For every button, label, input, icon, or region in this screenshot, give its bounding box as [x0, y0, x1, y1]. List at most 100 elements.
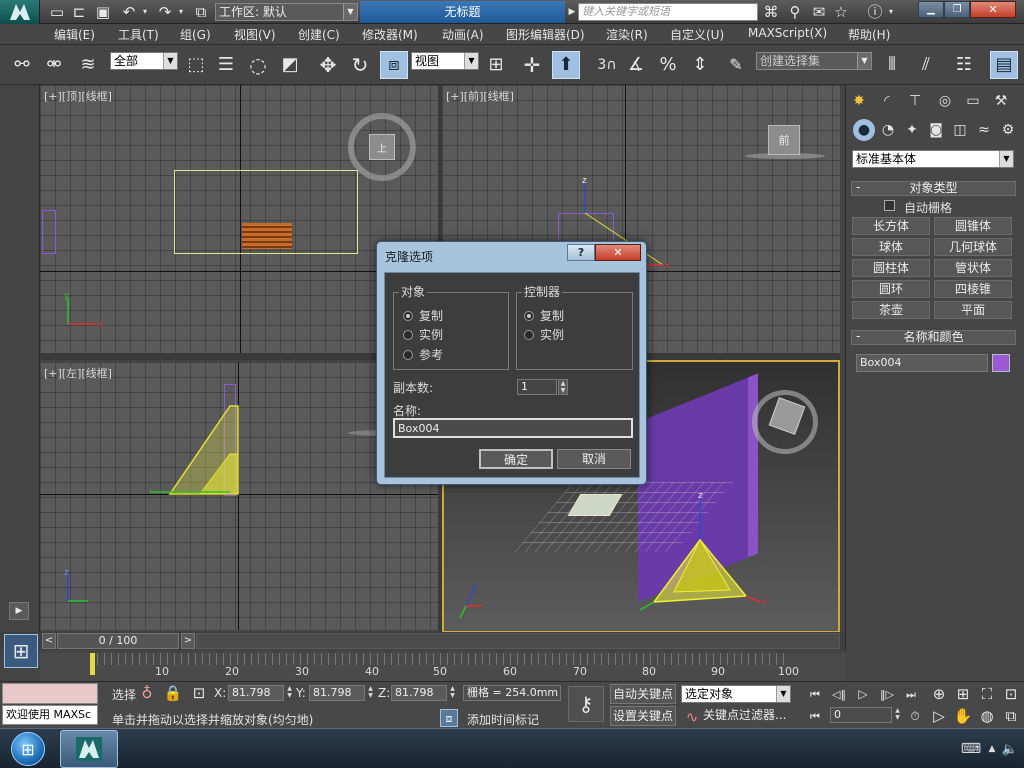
menu-tools[interactable]: 工具(T)	[118, 26, 159, 43]
object-copy-radio[interactable]: 复制	[403, 307, 443, 324]
controller-copy-radio[interactable]: 复制	[524, 307, 564, 324]
pivot-center-icon[interactable]: ⊞	[484, 53, 508, 77]
set-key-mode-key-icon[interactable]: ⚷	[568, 686, 604, 722]
time-slider-prev-icon[interactable]: <	[42, 633, 56, 649]
utilities-tab-icon[interactable]: ⚒	[989, 89, 1013, 113]
select-manipulate-icon[interactable]: ✛	[520, 53, 544, 77]
geometry-category-icon[interactable]: ●	[853, 119, 875, 141]
binoculars-icon[interactable]: ⌘	[762, 3, 780, 21]
menu-animation[interactable]: 动画(A)	[442, 26, 484, 43]
set-key-button[interactable]: 设置关键点	[610, 706, 676, 726]
motion-tab-icon[interactable]: ◎	[933, 89, 957, 113]
layer-manager-icon[interactable]: ☷	[952, 53, 976, 77]
subscription-icon[interactable]: ⚲	[786, 3, 804, 21]
project-folder-icon[interactable]: ⧉	[192, 3, 210, 21]
viewcube-top[interactable]: 上	[348, 113, 416, 181]
object-reference-radio[interactable]: 参考	[403, 346, 443, 363]
controller-instance-radio[interactable]: 实例	[524, 326, 564, 343]
absolute-mode-icon[interactable]: ⊡	[190, 684, 208, 702]
viewport-left-label[interactable]: [+][左][线框]	[44, 365, 112, 381]
object-type-rollout-header[interactable]: - 对象类型	[851, 181, 1016, 196]
rect-selection-region-icon[interactable]: ◌	[246, 53, 270, 77]
select-by-name-icon[interactable]: ☰	[214, 53, 238, 77]
viewport-top-label[interactable]: [+][顶][线框]	[44, 88, 112, 104]
zoom-extents-icon[interactable]: ⛶	[978, 685, 996, 703]
zoom-extents-all-icon[interactable]: ⊡	[1002, 685, 1020, 703]
zoom-all-icon[interactable]: ⊞	[954, 685, 972, 703]
percent-snap-icon[interactable]: %	[656, 53, 680, 77]
workspace-select[interactable]: 工作区: 默认 ▼	[215, 3, 358, 21]
isolate-selection-icon[interactable]: ♁	[138, 684, 156, 702]
viewcube-front-face[interactable]: 前	[768, 125, 800, 155]
selection-filter-select[interactable]: 全部 ▼	[110, 52, 178, 70]
key-filters-button[interactable]: 关键点过滤器...	[703, 706, 793, 726]
menu-create[interactable]: 创建(C)	[298, 26, 340, 43]
object-instance-radio[interactable]: 实例	[403, 326, 443, 343]
y-coord-spinner[interactable]: ▲ ▼	[366, 685, 375, 701]
current-frame-field[interactable]: 0	[830, 707, 892, 723]
favorites-star-icon[interactable]: ☆	[832, 3, 850, 21]
copies-spinner-arrows[interactable]: ▲ ▼	[558, 379, 568, 395]
angle-snap-icon[interactable]: ∡	[624, 53, 648, 77]
cancel-button[interactable]: 取消	[557, 449, 631, 469]
help-dropdown-icon[interactable]: ▾	[886, 3, 896, 21]
reference-coordinate-select[interactable]: 视图 ▼	[411, 52, 479, 70]
x-coord-spinner[interactable]: ▲ ▼	[285, 685, 294, 701]
viewport-layout-icon[interactable]: ⊞	[4, 634, 38, 668]
scale-icon[interactable]: ⧈	[380, 51, 408, 79]
align-icon[interactable]: ⫽	[914, 53, 938, 77]
plane-button[interactable]: 平面	[934, 301, 1012, 319]
tray-expand-icon[interactable]: ▲	[986, 739, 998, 759]
new-file-icon[interactable]: ▭	[48, 3, 66, 21]
geometry-type-select[interactable]: 标准基本体 ▼	[852, 150, 1014, 168]
redo-icon[interactable]: ↷	[156, 3, 174, 21]
move-icon[interactable]: ✥	[316, 53, 340, 77]
play-icon[interactable]: ▷	[854, 685, 872, 703]
help-icon[interactable]: ⓘ	[864, 3, 886, 21]
keyboard-shortcut-override-icon[interactable]: ⬆	[552, 51, 580, 79]
torus-button[interactable]: 圆环	[852, 280, 930, 298]
app-logo-button[interactable]	[0, 0, 40, 24]
save-file-icon[interactable]: ▣	[94, 3, 112, 21]
render-setup-icon[interactable]: ▤	[990, 51, 1018, 79]
left-selected-pyramid[interactable]: y	[150, 402, 240, 502]
rotate-icon[interactable]: ↻	[348, 53, 372, 77]
expand-left-panel-icon[interactable]: ▶	[9, 602, 29, 620]
ok-button[interactable]: 确定	[479, 449, 553, 469]
viewport-front-label[interactable]: [+][前][线框]	[446, 88, 514, 104]
time-configuration-icon[interactable]: ⏱	[906, 707, 924, 725]
tube-button[interactable]: 管状体	[934, 259, 1012, 277]
viewcube-top-face[interactable]: 上	[369, 134, 395, 160]
unlink-icon[interactable]: ⚮	[42, 53, 66, 77]
window-crossing-icon[interactable]: ◩	[278, 53, 302, 77]
z-coord-spinner[interactable]: ▲ ▼	[448, 685, 457, 701]
top-box-object[interactable]	[242, 223, 292, 249]
key-mode-select[interactable]: 选定对象 ▼	[681, 685, 791, 703]
maxscript-listener-white[interactable]: 欢迎使用 MAXSc	[2, 705, 98, 725]
communication-icon[interactable]: ✉	[810, 3, 828, 21]
time-tag-icon[interactable]: ⧈	[440, 709, 458, 727]
mirror-icon[interactable]: ⫴	[880, 53, 904, 77]
display-tab-icon[interactable]: ▭	[961, 89, 985, 113]
geosphere-button[interactable]: 几何球体	[934, 238, 1012, 256]
selection-lock-icon[interactable]: 🔒	[164, 684, 183, 702]
volume-tray-icon[interactable]: 🔈	[1000, 739, 1020, 759]
object-name-field[interactable]: Box004	[856, 354, 988, 372]
redo-dropdown-icon[interactable]: ▾	[176, 3, 186, 21]
time-slider-bar[interactable]: ⊞ < 0 / 100 >	[0, 632, 845, 668]
x-coord-field[interactable]: 81.798	[228, 685, 284, 701]
maxscript-listener-pink[interactable]	[2, 683, 98, 704]
menu-modifiers[interactable]: 修改器(M)	[362, 26, 418, 43]
undo-dropdown-icon[interactable]: ▾	[140, 3, 150, 21]
zoom-icon[interactable]: ⊕	[930, 685, 948, 703]
viewcube-perspective-cube[interactable]	[768, 397, 806, 435]
maximize-button[interactable]: ❐	[944, 1, 970, 18]
link-icon[interactable]: ⚯	[10, 53, 34, 77]
time-slider-next-icon[interactable]: >	[181, 633, 195, 649]
track-bar[interactable]: 10 20 30 40 50 60 70 80 90 100	[40, 653, 845, 681]
minimize-button[interactable]: ▁	[918, 1, 944, 18]
search-input[interactable]: 键入关键字或短语	[578, 3, 758, 21]
spinner-snap-icon[interactable]: ⇕	[688, 53, 712, 77]
field-of-view-icon[interactable]: ▷	[930, 707, 948, 725]
copies-spinner-field[interactable]: 1	[517, 379, 557, 395]
